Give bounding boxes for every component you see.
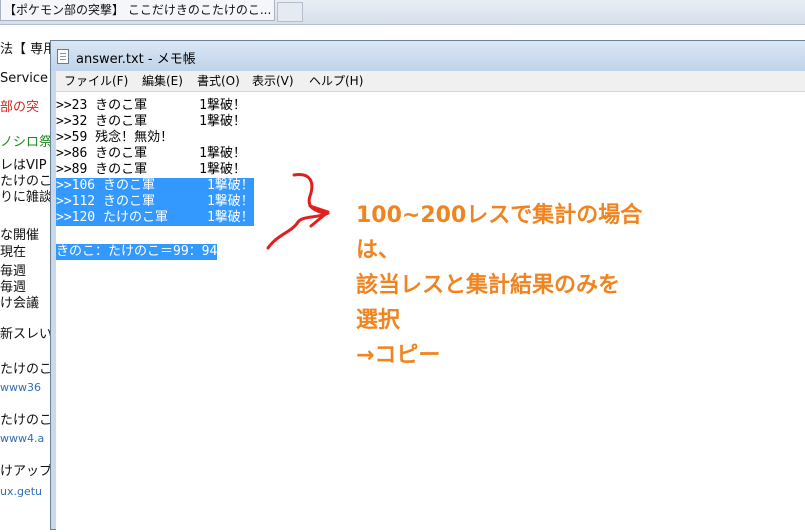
brace-arrow-path xyxy=(266,172,331,250)
annotation-line: 100~200レスで集計の場合 xyxy=(356,203,643,228)
annotation-line: →コピー xyxy=(356,343,441,368)
annotation-text: 100~200レスで集計の場合 は、 該当レスと集計結果のみを 選択 →コピー xyxy=(356,198,696,373)
annotation-line: 該当レスと集計結果のみを xyxy=(356,273,621,298)
annotation-line: 選択 xyxy=(356,308,401,333)
annotation-line: は、 xyxy=(356,238,401,263)
